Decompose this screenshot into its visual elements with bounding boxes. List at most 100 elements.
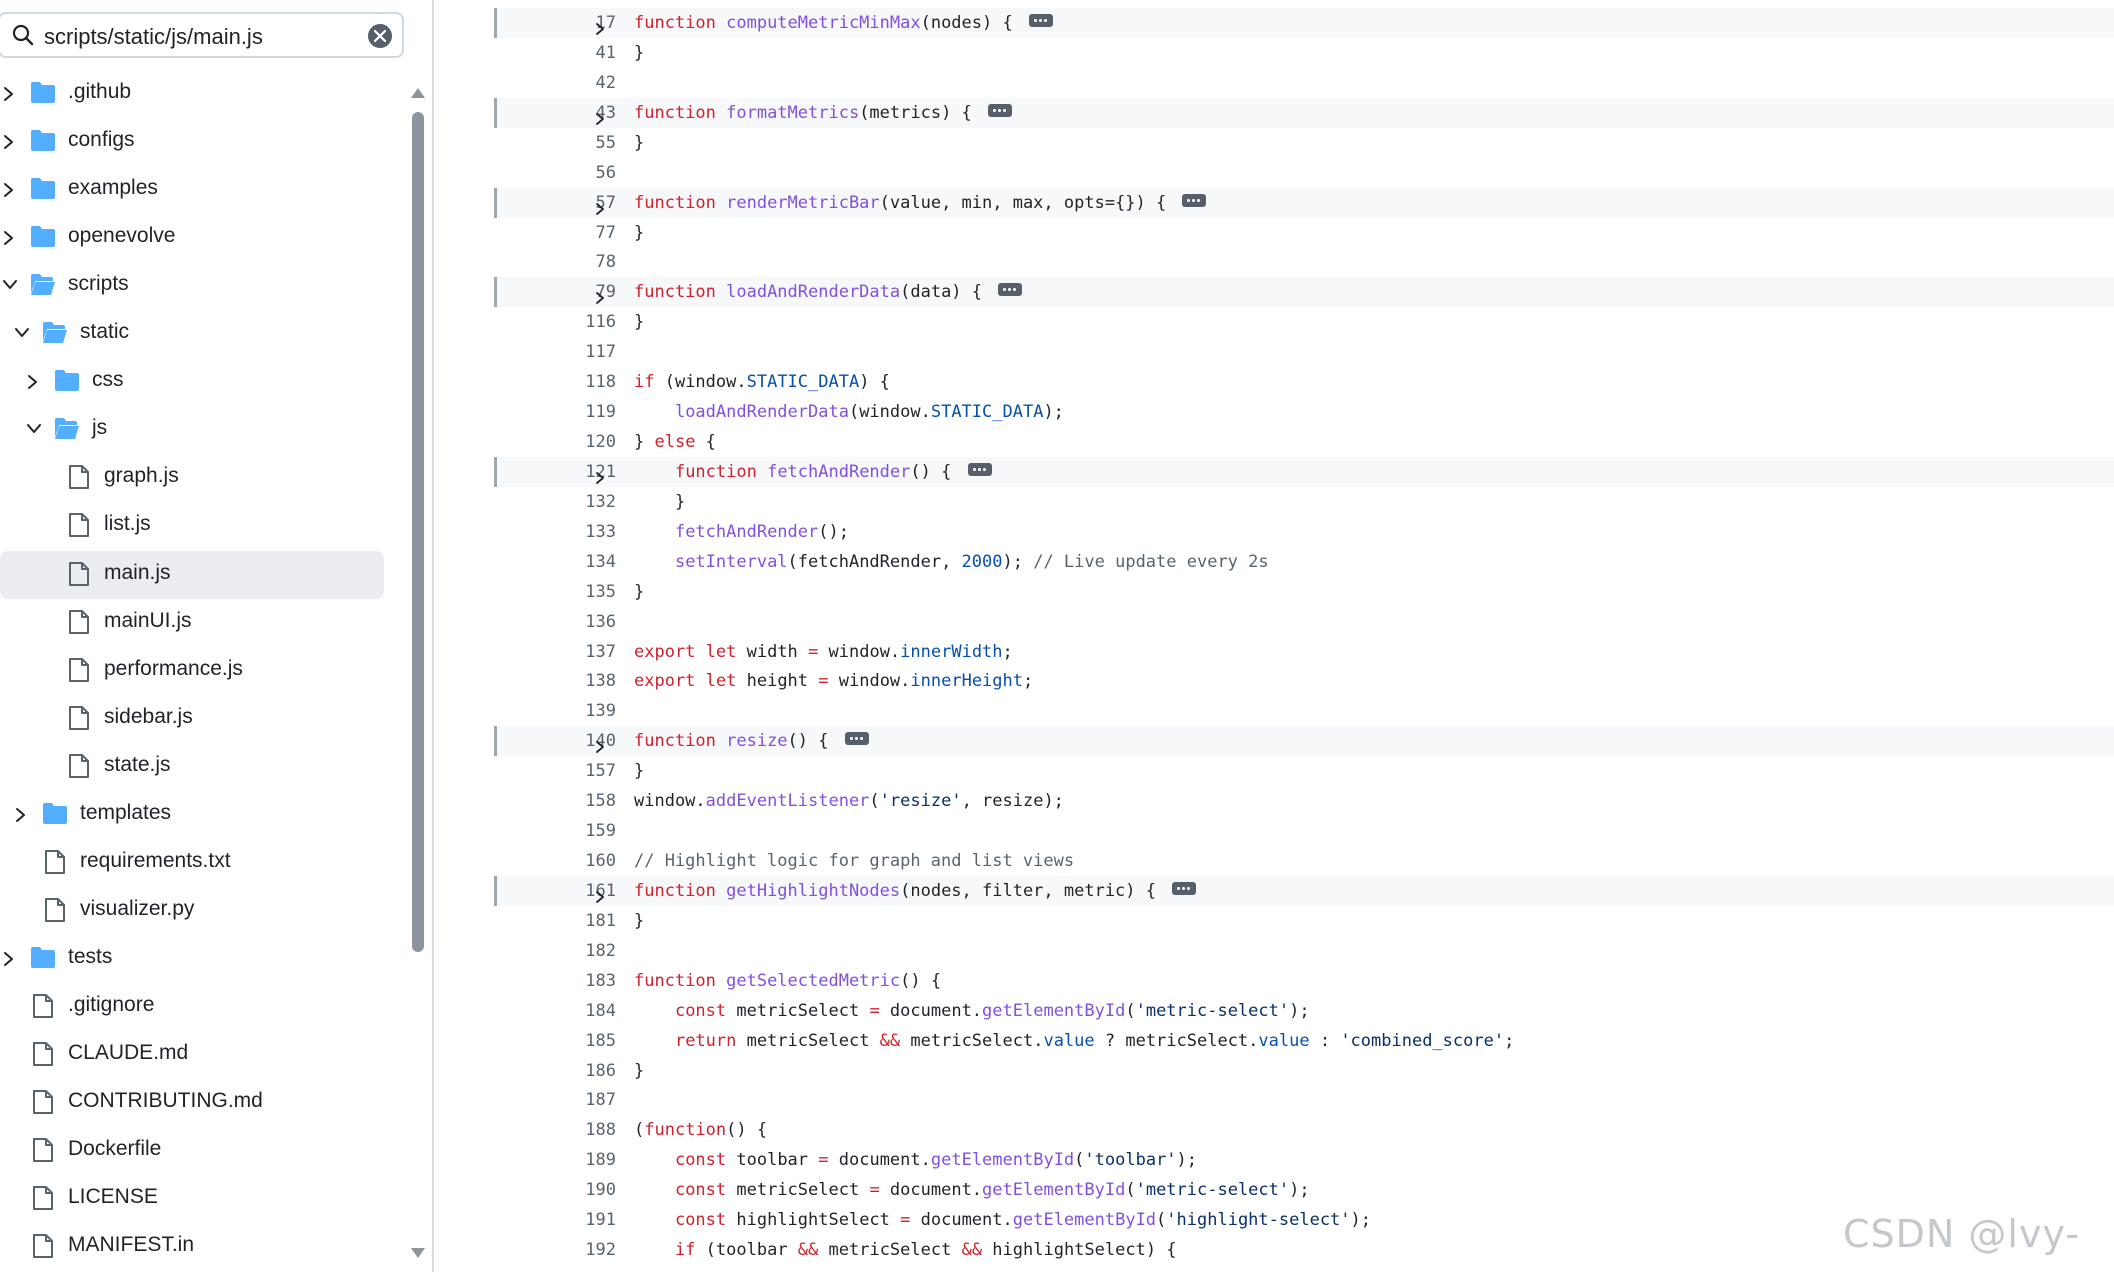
line-number[interactable]: 191	[494, 1205, 616, 1235]
line-number[interactable]: 119	[494, 397, 616, 427]
tree-folder-static[interactable]: static	[0, 310, 384, 358]
tree-file-state-js[interactable]: state.js	[0, 743, 384, 791]
line-number[interactable]: 186	[494, 1056, 616, 1086]
tree-file-contributing-md[interactable]: CONTRIBUTING.md	[0, 1079, 384, 1127]
tree-folder-templates[interactable]: templates	[0, 791, 384, 839]
tree-folder-css[interactable]: css	[0, 358, 384, 406]
line-number[interactable]: 157	[494, 756, 616, 786]
folded-code-ellipsis-icon[interactable]	[967, 462, 992, 476]
line-number[interactable]: 135	[494, 577, 616, 607]
line-number[interactable]: 189	[494, 1145, 616, 1175]
line-number[interactable]: 136	[494, 607, 616, 637]
tree-folder-github[interactable]: .github	[0, 70, 384, 118]
code-token: function	[634, 102, 727, 123]
line-number[interactable]: 117	[494, 337, 616, 367]
tree-file-sidebar-js[interactable]: sidebar.js	[0, 695, 384, 743]
scrollbar-thumb[interactable]	[412, 112, 424, 952]
line-number[interactable]: 181	[494, 906, 616, 936]
file-icon	[32, 1185, 54, 1216]
line-number[interactable]: 41	[494, 38, 616, 68]
tree-file-requirements-txt[interactable]: requirements.txt	[0, 839, 384, 887]
line-number[interactable]: 190	[494, 1175, 616, 1205]
chevron-right-icon[interactable]	[14, 807, 28, 828]
line-number[interactable]: 184	[494, 996, 616, 1026]
tree-file-dockerfile[interactable]: Dockerfile	[0, 1127, 384, 1175]
folded-code-ellipsis-icon[interactable]	[1172, 881, 1197, 895]
line-number[interactable]: 132	[494, 487, 616, 517]
folded-code-ellipsis-icon[interactable]	[1028, 14, 1053, 27]
line-number[interactable]: 42	[494, 68, 616, 98]
folded-code-ellipsis-icon[interactable]	[1182, 193, 1207, 207]
chevron-right-icon[interactable]	[2, 951, 16, 972]
line-number[interactable]: 158	[494, 786, 616, 816]
tree-scrollbar[interactable]	[408, 80, 428, 1270]
tree-folder-examples[interactable]: examples	[0, 166, 384, 214]
code-token: value	[1258, 1030, 1310, 1051]
line-number[interactable]: 185	[494, 1026, 616, 1056]
code-token: getElementById	[930, 1150, 1075, 1171]
folded-code-ellipsis-icon[interactable]	[844, 732, 869, 746]
tree-folder-scripts[interactable]: scripts	[0, 262, 384, 310]
line-number[interactable]: 133	[494, 517, 616, 547]
code-token: (nodes) {	[920, 13, 1023, 33]
line-number[interactable]: 120	[494, 427, 616, 457]
line-number[interactable]: 188	[494, 1115, 616, 1145]
folded-code-ellipsis-icon[interactable]	[998, 283, 1023, 297]
code-token: }	[634, 761, 645, 782]
line-number[interactable]: 137	[494, 637, 616, 667]
tree-file-main-js[interactable]: main.js	[0, 550, 384, 599]
tree-file-claude-md[interactable]: CLAUDE.md	[0, 1031, 384, 1079]
close-icon	[374, 30, 386, 42]
line-number[interactable]: 77	[494, 218, 616, 248]
chevron-right-icon[interactable]	[2, 230, 16, 251]
tree-folder-js[interactable]: js	[0, 406, 384, 454]
code-token: else	[654, 432, 696, 453]
code-token: 2000	[961, 551, 1003, 572]
chevron-right-icon[interactable]	[26, 374, 40, 395]
tree-file-license[interactable]: LICENSE	[0, 1175, 384, 1223]
chevron-right-icon[interactable]	[2, 134, 16, 155]
tree-file-visualizer-py[interactable]: visualizer.py	[0, 887, 384, 935]
line-number[interactable]: 160	[494, 846, 616, 876]
line-number[interactable]: 78	[494, 247, 616, 277]
line-number[interactable]: 187	[494, 1085, 616, 1115]
chevron-right-icon[interactable]	[2, 86, 16, 107]
line-number[interactable]: 159	[494, 816, 616, 846]
folded-code-ellipsis-icon[interactable]	[988, 103, 1013, 117]
tree-file-manifest-in[interactable]: MANIFEST.in	[0, 1223, 384, 1271]
line-number[interactable]: 182	[494, 936, 616, 966]
search-input[interactable]: scripts/static/js/main.js	[44, 24, 263, 50]
tree-item-label: requirements.txt	[80, 848, 231, 872]
line-number[interactable]: 139	[494, 696, 616, 726]
chevron-down-icon[interactable]	[26, 422, 42, 441]
chevron-down-icon[interactable]	[14, 326, 30, 345]
line-number[interactable]: 138	[494, 666, 616, 696]
line-number[interactable]: 55	[494, 128, 616, 158]
scroll-down-icon[interactable]	[411, 1248, 425, 1258]
tree-file-mainui-js[interactable]: mainUI.js	[0, 599, 384, 647]
file-search-box[interactable]: scripts/static/js/main.js	[0, 12, 404, 58]
tree-file-gitignore[interactable]: .gitignore	[0, 983, 384, 1031]
line-number[interactable]: 192	[494, 1235, 616, 1265]
tree-file-graph-js[interactable]: graph.js	[0, 454, 384, 502]
folder-icon	[30, 224, 56, 253]
code-line: 118 if (window.STATIC_DATA) {	[494, 367, 2114, 397]
tree-file-performance-js[interactable]: performance.js	[0, 647, 384, 695]
line-number[interactable]: 116	[494, 307, 616, 337]
tree-folder-tests[interactable]: tests	[0, 935, 384, 983]
tree-folder-openevolve[interactable]: openevolve	[0, 214, 384, 262]
folder-icon	[30, 945, 56, 974]
line-number[interactable]: 56	[494, 158, 616, 188]
chevron-down-icon[interactable]	[2, 278, 18, 297]
tree-folder-configs[interactable]: configs	[0, 118, 384, 166]
line-number[interactable]: 183	[494, 966, 616, 996]
line-number[interactable]: 118	[494, 367, 616, 397]
clear-search-button[interactable]	[368, 24, 392, 48]
code-text: }	[634, 756, 644, 786]
chevron-right-icon[interactable]	[2, 182, 16, 203]
tree-item-label: .github	[68, 80, 132, 103]
tree-file-list-js[interactable]: list.js	[0, 502, 384, 550]
line-number[interactable]: 134	[494, 547, 616, 577]
code-token: STATIC_DATA	[930, 402, 1044, 423]
scroll-up-icon[interactable]	[411, 88, 425, 98]
